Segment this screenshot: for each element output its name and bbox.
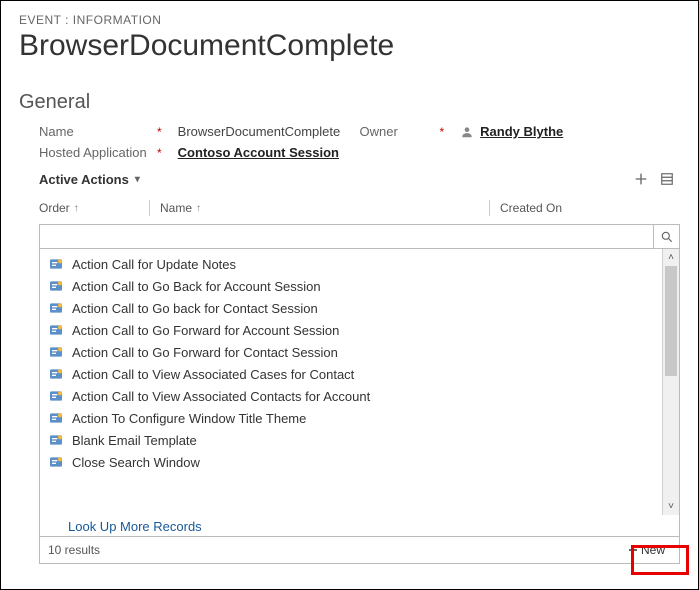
lookup-result-label: Action Call to Go Forward for Account Se…: [72, 323, 339, 338]
action-call-icon: [48, 278, 64, 294]
required-icon: *: [157, 125, 162, 139]
action-call-icon: [48, 322, 64, 338]
new-button[interactable]: New: [621, 541, 671, 559]
lookup-result-label: Action Call to Go Forward for Contact Se…: [72, 345, 338, 360]
lookup-panel: Action Call for Update Notes Action Call …: [39, 224, 680, 564]
breadcrumb: EVENT : INFORMATION: [19, 13, 680, 27]
person-icon: [460, 125, 474, 139]
column-created-on[interactable]: Created On: [500, 201, 680, 215]
scroll-thumb[interactable]: [665, 266, 677, 376]
hosted-app-value[interactable]: Contoso Account Session: [178, 145, 339, 160]
lookup-result-row[interactable]: Action Call to Go Back for Account Sessi…: [40, 275, 662, 297]
column-order-label: Order: [39, 201, 70, 215]
hosted-app-label: Hosted Application: [39, 145, 157, 160]
name-value[interactable]: BrowserDocumentComplete: [178, 124, 341, 139]
lookup-result-label: Action Call to Go back for Contact Sessi…: [72, 301, 318, 316]
column-divider: [489, 200, 490, 216]
grid-view-button[interactable]: [658, 170, 676, 188]
lookup-result-row[interactable]: Action Call to Go back for Contact Sessi…: [40, 297, 662, 319]
lookup-result-row[interactable]: Close Search Window: [40, 451, 662, 473]
required-icon: *: [440, 125, 445, 139]
owner-label: Owner: [360, 124, 440, 139]
new-button-label: New: [641, 543, 665, 557]
scrollbar[interactable]: ˄ ˅: [662, 249, 679, 515]
grid-title-label: Active Actions: [39, 172, 129, 187]
column-order[interactable]: Order ↑: [39, 201, 149, 215]
lookup-input[interactable]: [40, 225, 653, 248]
lookup-result-row[interactable]: Action Call to Go Forward for Contact Se…: [40, 341, 662, 363]
chevron-down-icon: ▾: [135, 174, 140, 185]
action-call-icon: [48, 256, 64, 272]
action-call-icon: [48, 432, 64, 448]
scroll-up-icon[interactable]: ˄: [663, 249, 679, 266]
lookup-result-row[interactable]: Action Call to View Associated Contacts …: [40, 385, 662, 407]
column-divider: [149, 200, 150, 216]
action-call-icon: [48, 300, 64, 316]
page-title: BrowserDocumentComplete: [19, 29, 680, 63]
search-button[interactable]: [653, 225, 679, 248]
sort-asc-icon: ↑: [196, 203, 201, 214]
section-heading: General: [19, 91, 680, 114]
grid-column-headers: Order ↑ Name ↑ Created On: [39, 196, 680, 222]
scroll-down-icon[interactable]: ˅: [663, 498, 679, 515]
lookup-result-label: Action Call for Update Notes: [72, 257, 236, 272]
results-count: 10 results: [48, 543, 100, 557]
lookup-result-label: Blank Email Template: [72, 433, 197, 448]
scroll-track[interactable]: [663, 266, 679, 498]
owner-value[interactable]: Randy Blythe: [480, 124, 563, 139]
action-call-icon: [48, 388, 64, 404]
lookup-result-label: Action To Configure Window Title Theme: [72, 411, 306, 426]
plus-icon: [627, 544, 639, 556]
action-call-icon: [48, 454, 64, 470]
required-icon: *: [157, 146, 162, 160]
lookup-result-row[interactable]: Action Call to Go Forward for Account Se…: [40, 319, 662, 341]
lookup-result-row[interactable]: Action Call for Update Notes: [40, 253, 662, 275]
lookup-result-label: Action Call to View Associated Contacts …: [72, 389, 370, 404]
lookup-result-label: Action Call to Go Back for Account Sessi…: [72, 279, 321, 294]
name-label: Name: [39, 124, 157, 139]
column-name-label: Name: [160, 201, 192, 215]
column-name[interactable]: Name ↑: [160, 201, 489, 215]
grid-title[interactable]: Active Actions ▾: [39, 172, 140, 187]
action-call-icon: [48, 344, 64, 360]
sort-asc-icon: ↑: [74, 203, 79, 214]
column-created-label: Created On: [500, 201, 562, 215]
add-record-button[interactable]: [632, 170, 650, 188]
lookup-result-row[interactable]: Action To Configure Window Title Theme: [40, 407, 662, 429]
lookup-more-link[interactable]: Look Up More Records: [68, 519, 202, 534]
lookup-result-row[interactable]: Blank Email Template: [40, 429, 662, 451]
lookup-result-label: Close Search Window: [72, 455, 200, 470]
lookup-result-label: Action Call to View Associated Cases for…: [72, 367, 354, 382]
action-call-icon: [48, 410, 64, 426]
lookup-result-row[interactable]: Action Call to View Associated Cases for…: [40, 363, 662, 385]
action-call-icon: [48, 366, 64, 382]
